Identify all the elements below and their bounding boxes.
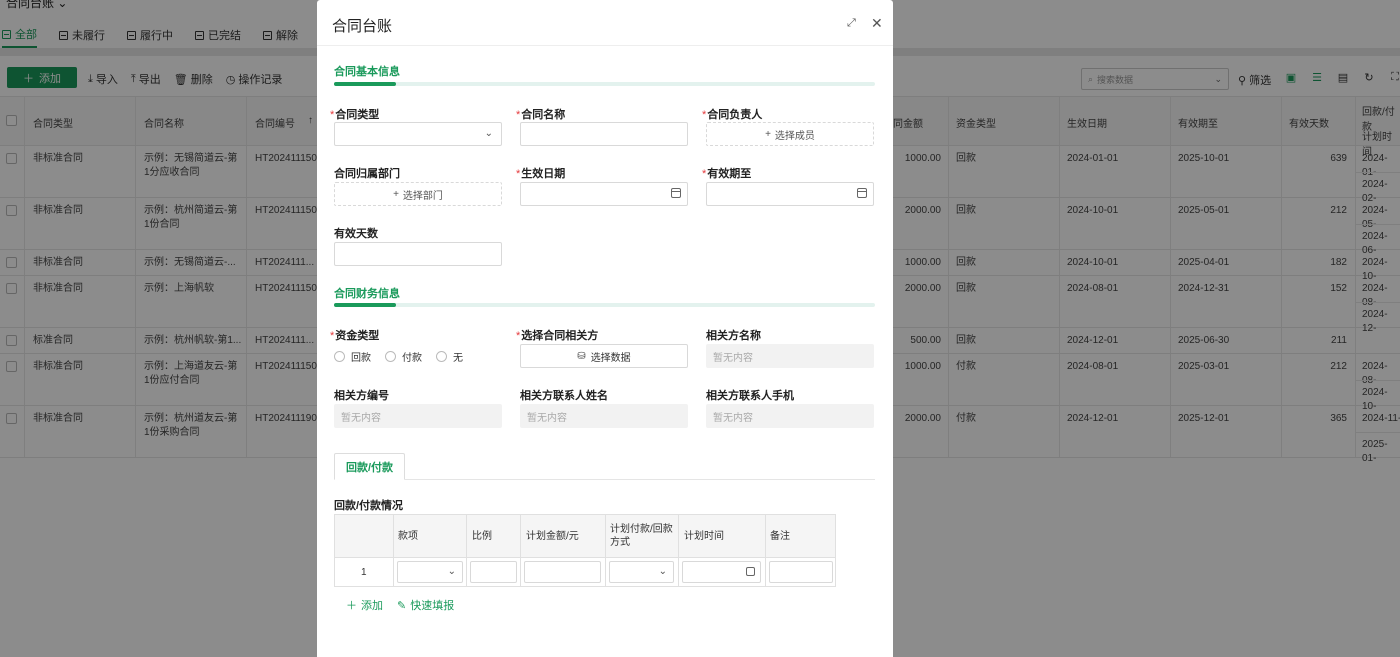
section-basic-bar [334, 82, 875, 86]
payment-header-time: 计划时间 [684, 531, 724, 542]
label-contact-name: 相关方联系人姓名 [520, 390, 608, 402]
payment-note-input[interactable] [769, 561, 833, 583]
modal-title: 合同台账 [332, 18, 393, 35]
label-dept: 合同归属部门 [334, 168, 400, 180]
label-owner: *合同负责人 [702, 109, 763, 121]
label-start-date: *生效日期 [516, 168, 566, 180]
contact-name-field: 暂无内容 [520, 404, 688, 428]
payment-header-method: 计划付款/回款方式 [610, 524, 673, 548]
radio-receive[interactable]: 回款 [334, 349, 371, 364]
select-data-button[interactable]: ⛁ 选择数据 [520, 344, 688, 368]
database-icon: ⛁ [577, 350, 586, 362]
label-contract-type: *合同类型 [330, 109, 380, 121]
payment-header-amount: 计划金额/元 [526, 531, 579, 542]
edit-icon: ✎ [397, 599, 407, 612]
contract-modal: 合同台账 ⤢ ✕ 合同基本信息 *合同类型 ⌄ *合同名称 *合同负责人 + 选择… [317, 0, 893, 657]
subtab-divider [334, 479, 875, 480]
radio-pay[interactable]: 付款 [385, 349, 422, 364]
payment-table: 款项 比例 计划金额/元 计划付款/回款方式 计划时间 备注 1 ⌄ ⌄ [334, 514, 836, 587]
section-finance-bar [334, 303, 875, 307]
payment-amount-input[interactable] [524, 561, 601, 583]
payment-section-title: 回款/付款情况 [334, 500, 404, 512]
fund-type-radio-group: 回款 付款 无 [334, 349, 463, 364]
tab-payment[interactable]: 回款/付款 [334, 453, 405, 480]
contact-phone-field: 暂无内容 [706, 404, 874, 428]
payment-time-input[interactable] [682, 561, 761, 583]
label-contact-phone: 相关方联系人手机 [706, 390, 794, 402]
party-code-field: 暂无内容 [334, 404, 502, 428]
payment-method-select[interactable]: ⌄ [609, 561, 674, 583]
label-contract-name: *合同名称 [516, 109, 566, 121]
section-basic-title: 合同基本信息 [334, 66, 400, 78]
payment-row-index: 1 [361, 567, 367, 578]
payment-header-ratio: 比例 [472, 531, 492, 542]
label-party-name: 相关方名称 [706, 330, 761, 342]
contract-name-input[interactable] [520, 122, 688, 146]
calendar-icon [746, 567, 755, 576]
payment-row: 1 ⌄ ⌄ [335, 558, 835, 586]
plus-icon: + [765, 128, 771, 140]
calendar-icon [671, 188, 681, 198]
plus-icon: + [393, 188, 399, 200]
modal-header: 合同台账 ⤢ ✕ [317, 0, 893, 46]
payment-actions: ＋添加 ✎ 快速填报 [346, 597, 454, 613]
valid-days-input[interactable] [334, 242, 502, 266]
payment-table-header: 款项 比例 计划金额/元 计划付款/回款方式 计划时间 备注 [335, 515, 835, 558]
close-icon[interactable]: ✕ [871, 15, 883, 32]
radio-none[interactable]: 无 [436, 349, 463, 364]
party-name-field: 暂无内容 [706, 344, 874, 368]
label-fund-type: *资金类型 [330, 330, 380, 342]
payment-header-item: 款项 [398, 531, 418, 542]
chevron-down-icon: ⌄ [484, 128, 493, 139]
start-date-input[interactable] [520, 182, 688, 206]
section-finance-title: 合同财务信息 [334, 288, 400, 300]
expand-icon[interactable]: ⤢ [847, 17, 856, 30]
label-party-code: 相关方编号 [334, 390, 389, 402]
label-end-date: *有效期至 [702, 168, 752, 180]
add-row-link[interactable]: ＋添加 [346, 597, 383, 613]
contract-type-select[interactable]: ⌄ [334, 122, 502, 146]
label-party-select: *选择合同相关方 [516, 330, 599, 342]
chevron-down-icon: ⌄ [447, 566, 456, 577]
select-dept-button[interactable]: + 选择部门 [334, 182, 502, 206]
payment-header-note: 备注 [770, 531, 790, 542]
plus-icon: ＋ [346, 600, 357, 612]
calendar-icon [857, 188, 867, 198]
quick-fill-link[interactable]: ✎ 快速填报 [397, 597, 454, 613]
label-valid-days: 有效天数 [334, 228, 378, 240]
payment-item-select[interactable]: ⌄ [397, 561, 463, 583]
end-date-input[interactable] [706, 182, 874, 206]
payment-ratio-input[interactable] [470, 561, 517, 583]
chevron-down-icon: ⌄ [658, 566, 667, 577]
select-member-button[interactable]: + 选择成员 [706, 122, 874, 146]
